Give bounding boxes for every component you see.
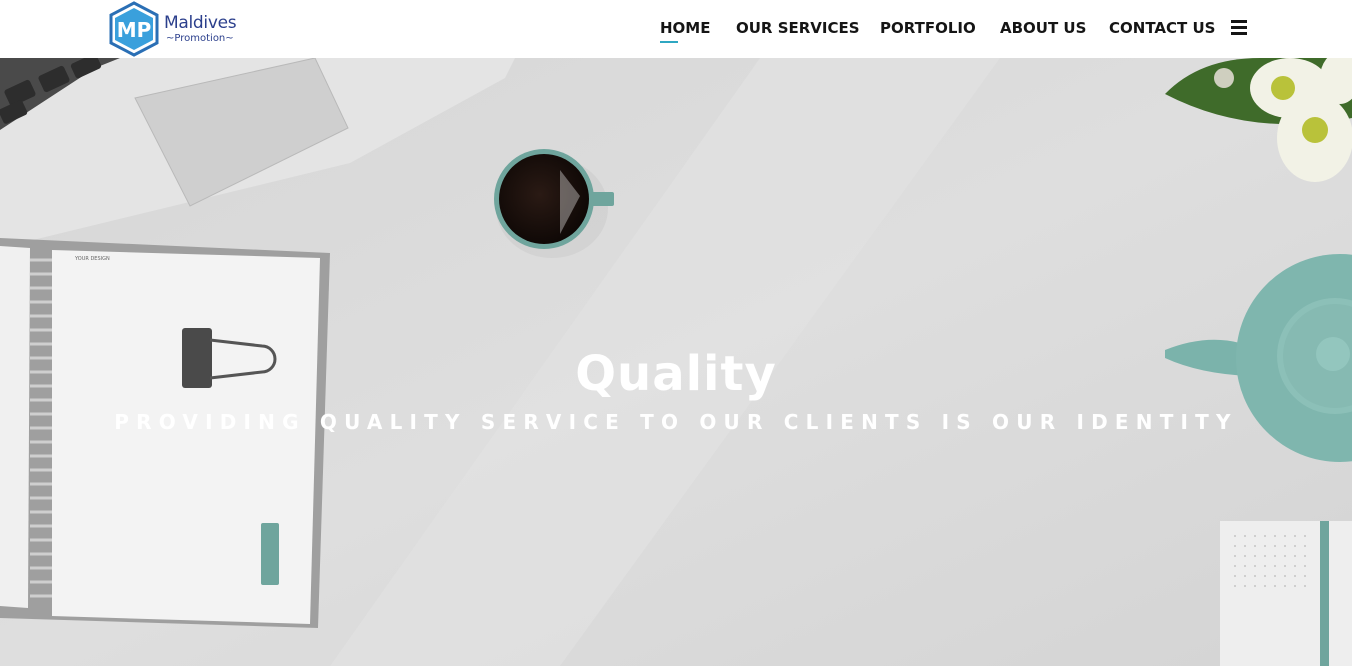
nav-our-services[interactable]: OUR SERVICES <box>736 19 860 37</box>
logo-tagline: Promotion <box>174 32 226 44</box>
hamburger-icon[interactable] <box>1231 20 1247 35</box>
hero-subtitle: PROVIDING QUALITY SERVICE TO OUR CLIENTS… <box>114 410 1238 434</box>
logo-subtitle: ~Promotion~ <box>166 32 234 44</box>
logo[interactable]: MP Maldives ~Promotion~ <box>108 0 237 58</box>
hero-title: Quality <box>575 346 777 402</box>
notepad-image <box>1220 521 1352 666</box>
nav-portfolio[interactable]: PORTFOLIO <box>880 19 976 37</box>
logo-title: Maldives <box>164 12 237 33</box>
logo-hexagon-icon: MP <box>109 1 159 57</box>
nav-home[interactable]: HOME <box>660 19 710 43</box>
notebook-label: YOUR DESIGN <box>74 256 110 262</box>
hero-banner: YOUR DESIGN Quality PROVIDING QUALITY SE… <box>0 58 1352 666</box>
logo-text: Maldives ~Promotion~ <box>164 12 237 44</box>
nav-contact-us[interactable]: CONTACT US <box>1109 19 1215 37</box>
site-header: MP Maldives ~Promotion~ HOME OUR SERVICE… <box>0 0 1352 58</box>
logo-letters: MP <box>117 18 152 42</box>
nav-about-us[interactable]: ABOUT US <box>1000 19 1086 37</box>
